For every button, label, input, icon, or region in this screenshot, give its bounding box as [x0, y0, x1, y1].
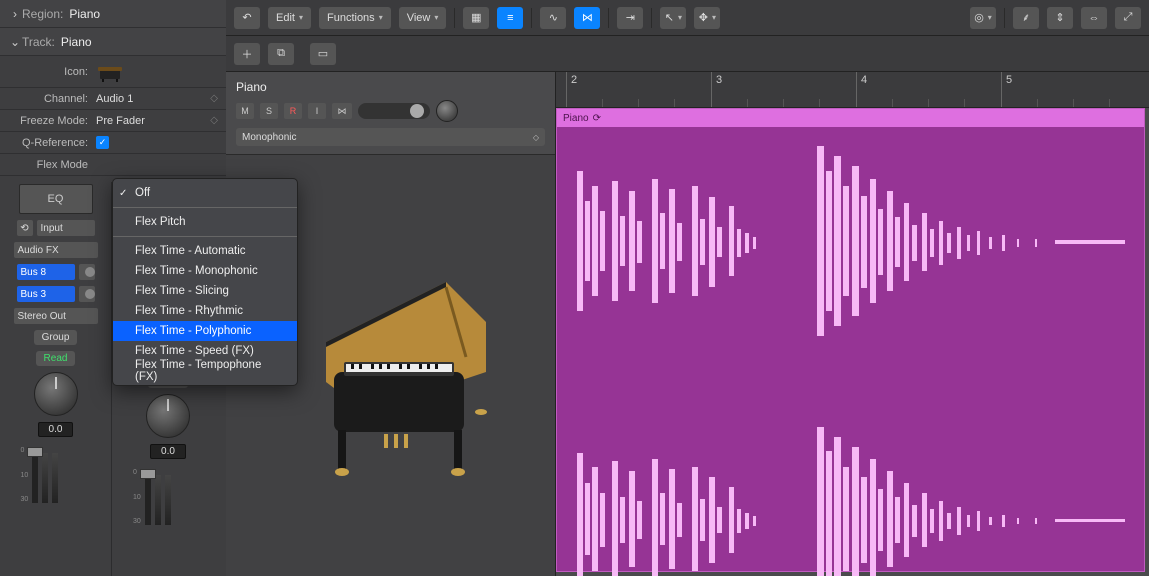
group-button[interactable]: Group — [34, 330, 78, 345]
channel-label: Channel: — [8, 93, 96, 105]
track-icon — [96, 61, 218, 83]
send-bus-1[interactable]: Bus 8 — [17, 264, 75, 280]
region-name: Piano — [563, 113, 589, 124]
ruler-mark: 4 — [856, 72, 871, 107]
list-icon[interactable]: ≡ — [497, 7, 523, 29]
flex-menu-item[interactable]: Flex Time - Tempophone (FX) — [113, 361, 297, 381]
zoom-fit-icon[interactable]: ⤢ — [1115, 7, 1141, 29]
track-name[interactable]: Piano — [236, 80, 545, 94]
freeze-value: Pre Fader — [96, 115, 210, 127]
volume-slider[interactable] — [358, 103, 430, 119]
qref-checkbox[interactable]: ✓ — [96, 136, 109, 149]
sub-toolbar: ＋ ⧉ ▭ — [226, 36, 1149, 72]
back-button[interactable]: ↶ — [234, 7, 260, 29]
add-track-button[interactable]: ＋ — [234, 43, 260, 65]
channel-value: Audio 1 — [96, 93, 210, 105]
waveform-icon — [557, 131, 1137, 351]
flex-menu-item[interactable]: Flex Pitch — [113, 212, 297, 232]
ruler-mark: 3 — [711, 72, 726, 107]
fader-meter[interactable]: 01030 — [133, 465, 203, 525]
flex-toggle-icon[interactable]: ⋈ — [332, 103, 352, 119]
global-tracks-button[interactable]: ▭ — [310, 43, 336, 65]
check-icon: ✓ — [119, 188, 127, 199]
chevron-right-icon: › — [8, 7, 22, 21]
main-area: ↶ Edit▾ Functions▾ View▾ ▦ ≡ ∿ ⋈ ⇥ ↖▾ ✥▾… — [226, 0, 1149, 576]
flex-menu-item[interactable]: Flex Time - Polyphonic — [113, 321, 297, 341]
region-header[interactable]: › Region: Piano — [0, 0, 226, 28]
flex-icon[interactable]: ⋈ — [574, 7, 600, 29]
level-value[interactable]: 0.0 — [38, 422, 74, 437]
flex-label: Flex Mode — [8, 159, 96, 171]
channel-strip: EQ ⟲ Input Audio FX Bus 8 Bus 3 Stereo O… — [0, 182, 112, 576]
icon-label: Icon: — [8, 66, 96, 78]
solo-button[interactable]: S — [260, 103, 278, 119]
track-label: Track: — [22, 35, 55, 49]
flex-menu-item[interactable]: Flex Time - Monophonic — [113, 261, 297, 281]
functions-menu[interactable]: Functions▾ — [319, 7, 391, 29]
level-value[interactable]: 0.0 — [150, 444, 186, 459]
region-label: Region: — [22, 7, 63, 21]
pointer-tool[interactable]: ↖▾ — [660, 7, 686, 29]
view-menu[interactable]: View▾ — [399, 7, 447, 29]
hzoom-icon[interactable]: ⇔ — [1081, 7, 1107, 29]
freeze-row[interactable]: Freeze Mode: Pre Fader ◇ — [0, 110, 226, 132]
input-slot[interactable]: Input — [37, 220, 95, 236]
loop-icon: ⟳ — [593, 113, 601, 124]
qref-row[interactable]: Q-Reference: ✓ — [0, 132, 226, 154]
flex-menu-item[interactable]: Flex Time - Rhythmic — [113, 301, 297, 321]
duplicate-track-button[interactable]: ⧉ — [268, 43, 294, 65]
qref-label: Q-Reference: — [8, 137, 96, 149]
track-value: Piano — [61, 35, 92, 49]
input-monitor-button[interactable]: I — [308, 103, 326, 119]
automation-icon[interactable]: ∿ — [540, 7, 566, 29]
grid-icon[interactable]: ▦ — [463, 7, 489, 29]
pan-knob[interactable] — [34, 372, 78, 416]
region-value: Piano — [69, 7, 100, 21]
pan-knob[interactable] — [146, 394, 190, 438]
snap-menu[interactable]: ◎▾ — [970, 7, 996, 29]
arrange-area: 2 3 4 5 Piano ⟳ — [556, 72, 1149, 576]
automation-read-button[interactable]: Read — [36, 351, 76, 366]
toolbar: ↶ Edit▾ Functions▾ View▾ ▦ ≡ ∿ ⋈ ⇥ ↖▾ ✥▾… — [226, 0, 1149, 36]
catch-icon[interactable]: ⇥ — [617, 7, 643, 29]
channel-row[interactable]: Channel: Audio 1 ◇ — [0, 88, 226, 110]
flex-menu-item[interactable]: Flex Time - Speed (FX) — [113, 341, 297, 361]
mute-button[interactable]: M — [236, 103, 254, 119]
flex-mode-menu[interactable]: ✓OffFlex PitchFlex Time - AutomaticFlex … — [112, 178, 298, 386]
chevron-down-icon: ⌄ — [8, 35, 22, 49]
vzoom-icon[interactable]: ⇕ — [1047, 7, 1073, 29]
flex-mode-select[interactable]: Monophonic ◇ — [236, 128, 545, 146]
eq-slot[interactable]: EQ — [19, 184, 93, 214]
record-button[interactable]: R — [284, 103, 302, 119]
send-knob-1[interactable] — [79, 264, 95, 280]
flex-menu-item[interactable]: Flex Time - Automatic — [113, 241, 297, 261]
edit-menu[interactable]: Edit▾ — [268, 7, 311, 29]
waveform-icon — [557, 409, 1137, 576]
ruler-mark: 5 — [1001, 72, 1016, 107]
track-header[interactable]: ⌄ Track: Piano — [0, 28, 226, 56]
flex-row[interactable]: Flex Mode — [0, 154, 226, 176]
flex-menu-item[interactable]: ✓Off — [113, 183, 297, 203]
freeze-label: Freeze Mode: — [8, 115, 96, 127]
audio-region[interactable]: Piano ⟳ — [556, 108, 1145, 572]
fader-meter[interactable]: 01030 — [21, 443, 91, 503]
stepper-icon[interactable]: ◇ — [210, 93, 218, 104]
track-header[interactable]: Piano M S R I ⋈ Monophonic ◇ — [226, 72, 555, 155]
pan-knob-small[interactable] — [436, 100, 458, 122]
stepper-icon[interactable]: ◇ — [210, 115, 218, 126]
timeline-ruler[interactable]: 2 3 4 5 — [556, 72, 1149, 108]
link-icon[interactable]: ⟲ — [17, 220, 33, 236]
waveform-zoom[interactable]: ⸙ — [1013, 7, 1039, 29]
ruler-mark: 2 — [566, 72, 581, 107]
flex-menu-item[interactable]: Flex Time - Slicing — [113, 281, 297, 301]
piano-illustration — [296, 262, 506, 482]
alt-tool[interactable]: ✥▾ — [694, 7, 720, 29]
icon-row[interactable]: Icon: — [0, 56, 226, 88]
audiofx-slot[interactable]: Audio FX — [14, 242, 98, 258]
flex-mode-value: Monophonic — [242, 132, 296, 143]
output-slot[interactable]: Stereo Out — [14, 308, 98, 324]
send-bus-2[interactable]: Bus 3 — [17, 286, 75, 302]
send-knob-2[interactable] — [79, 286, 95, 302]
